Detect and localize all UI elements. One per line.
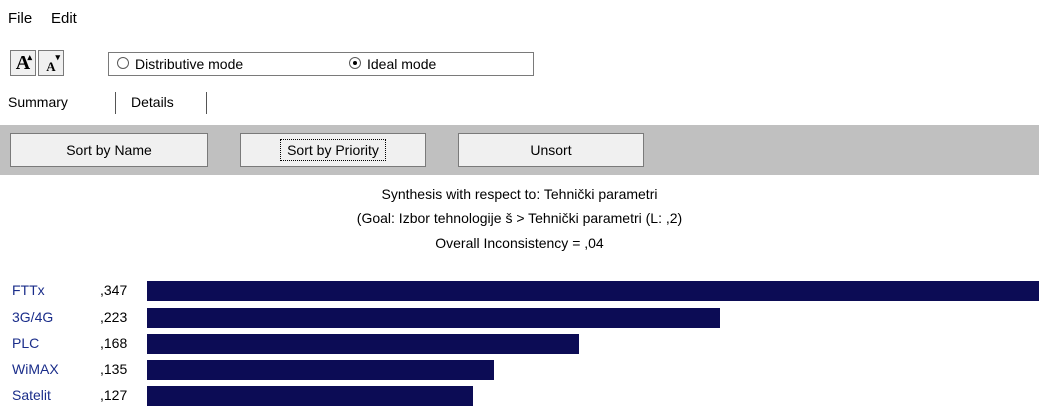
distributive-mode-label[interactable]: Distributive mode bbox=[135, 56, 243, 72]
priority-bar-wimax bbox=[147, 360, 494, 380]
row-label-3g4g: 3G/4G bbox=[12, 309, 54, 325]
caret-up-icon: ▴ bbox=[27, 52, 32, 62]
tab-separator bbox=[206, 92, 207, 114]
row-label-plc: PLC bbox=[12, 335, 40, 351]
row-label-wimax: WiMAX bbox=[12, 361, 59, 377]
overall-inconsistency: Overall Inconsistency = ,04 bbox=[435, 235, 604, 251]
row-value-wimax: ,135 bbox=[100, 361, 128, 377]
row-value-plc: ,168 bbox=[100, 335, 128, 351]
menu-edit[interactable]: Edit bbox=[51, 10, 77, 27]
ideal-mode-label[interactable]: Ideal mode bbox=[367, 56, 436, 72]
view-tabs: Summary Details bbox=[0, 90, 1039, 120]
sort-by-priority-button[interactable]: Sort by Priority bbox=[240, 133, 426, 167]
row-value-3g4g: ,223 bbox=[100, 309, 128, 325]
synthesis-title: Synthesis with respect to: Tehnički para… bbox=[381, 186, 658, 202]
mode-radio-group: Distributive mode Ideal mode bbox=[108, 52, 534, 76]
unsort-label: Unsort bbox=[530, 142, 572, 158]
priority-bar-fttx bbox=[147, 281, 1039, 301]
row-value-satelit: ,127 bbox=[100, 387, 128, 403]
tab-details[interactable]: Details bbox=[131, 94, 174, 110]
ideal-mode-radio[interactable] bbox=[349, 57, 361, 69]
unsort-button[interactable]: Unsort bbox=[458, 133, 644, 167]
synthesis-goal: (Goal: Izbor tehnologije š > Tehnički pa… bbox=[356, 210, 683, 226]
menu-file[interactable]: File bbox=[8, 10, 32, 27]
priority-bar-satelit bbox=[147, 386, 473, 406]
row-label-fttx: FTTx bbox=[12, 282, 45, 298]
caret-down-icon: ▾ bbox=[55, 52, 60, 62]
sort-by-name-button[interactable]: Sort by Name bbox=[10, 133, 208, 167]
sort-toolbar: Sort by Name Sort by Priority Unsort bbox=[0, 125, 1039, 175]
decrease-font-button[interactable]: A ▾ bbox=[38, 50, 64, 76]
sort-by-priority-label: Sort by Priority bbox=[280, 139, 386, 161]
menu-bar: File Edit bbox=[0, 0, 1039, 34]
priority-bar-3g4g bbox=[147, 308, 720, 328]
row-label-satelit: Satelit bbox=[12, 387, 51, 403]
increase-font-button[interactable]: A ▴ bbox=[10, 50, 36, 76]
tab-summary[interactable]: Summary bbox=[8, 94, 68, 110]
distributive-mode-radio[interactable] bbox=[117, 57, 129, 69]
row-value-fttx: ,347 bbox=[100, 282, 128, 298]
sort-by-name-label: Sort by Name bbox=[66, 142, 152, 158]
priority-bar-plc bbox=[147, 334, 579, 354]
tab-separator bbox=[115, 92, 116, 114]
